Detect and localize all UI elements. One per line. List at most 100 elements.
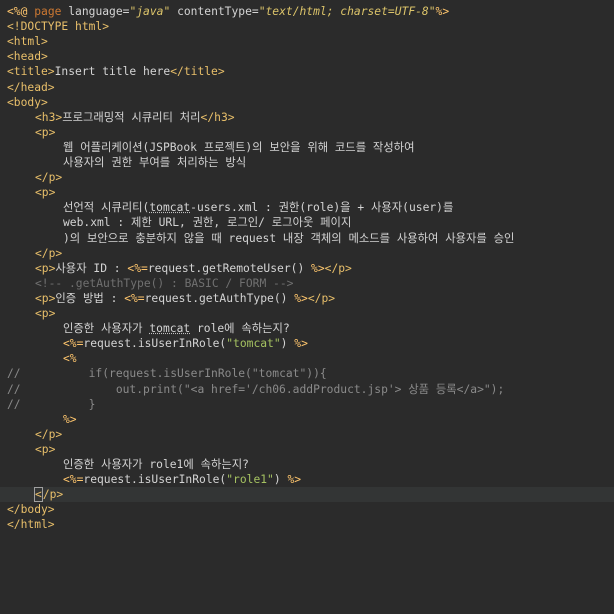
code-token: tomcat bbox=[149, 322, 191, 336]
code-line[interactable]: <html> bbox=[0, 34, 614, 49]
code-token: request.isUserInRole( bbox=[83, 337, 227, 351]
code-line[interactable]: <%=request.isUserInRole("role1") %> bbox=[0, 472, 614, 487]
code-line[interactable]: 인증한 사용자가 role1에 속하는지? bbox=[0, 457, 614, 472]
code-token: %> bbox=[63, 412, 77, 426]
code-line[interactable]: <p> bbox=[0, 185, 614, 200]
code-line[interactable]: // out.print("<a href='/ch06.addProduct.… bbox=[0, 382, 614, 397]
code-line[interactable]: </p> bbox=[0, 427, 614, 442]
code-token: %> bbox=[294, 291, 308, 305]
code-token: <%= bbox=[63, 337, 84, 351]
code-token: )){ bbox=[306, 367, 327, 381]
code-token: </title> bbox=[170, 65, 225, 79]
code-line[interactable]: <%@ page language="java" contentType="te… bbox=[0, 4, 614, 19]
code-line[interactable]: <p> bbox=[0, 125, 614, 140]
code-token: "text/html; charset=UTF-8" bbox=[258, 5, 436, 18]
code-line[interactable]: <!-- .getAuthType() : BASIC / FORM --> bbox=[0, 276, 614, 291]
code-token: <body> bbox=[7, 95, 48, 109]
code-token: %> bbox=[287, 473, 302, 487]
code-line[interactable]: <%=request.isUserInRole("tomcat") %> bbox=[0, 336, 614, 351]
code-token: </p> bbox=[35, 171, 63, 185]
code-token: "tomcat" bbox=[251, 367, 307, 381]
code-token: </html> bbox=[7, 518, 55, 532]
code-token: 사용자의 권한 부여를 처리하는 방식 bbox=[63, 156, 247, 169]
code-token: <head> bbox=[7, 50, 48, 64]
code-token: %> bbox=[435, 5, 450, 18]
code-token: 웹 어플리케이션(JSPBook 프로젝트)의 보안을 위해 코드를 작성하여 bbox=[63, 140, 415, 154]
code-line[interactable]: // } bbox=[0, 397, 614, 412]
code-token: 사용자 ID : bbox=[55, 261, 128, 275]
code-token: // } bbox=[7, 397, 96, 411]
code-token: contentType= bbox=[170, 5, 259, 18]
code-token: ) bbox=[280, 337, 295, 351]
code-token: request.getAuthType() bbox=[144, 291, 295, 305]
code-token: <p> bbox=[35, 125, 56, 139]
code-token: <%= bbox=[63, 473, 84, 487]
code-line[interactable]: <h3>프로그래밍적 시큐리티 처리</h3> bbox=[0, 110, 614, 125]
code-token: "role1" bbox=[226, 473, 274, 487]
code-token: <%@ bbox=[7, 5, 35, 18]
code-token: tomcat bbox=[149, 201, 191, 215]
code-token: <!DOCTYPE html> bbox=[7, 20, 110, 34]
code-token: <title> bbox=[7, 65, 55, 79]
code-token: </p> bbox=[324, 261, 352, 275]
code-token: <h3> bbox=[35, 110, 63, 124]
code-line[interactable]: <p>사용자 ID : <%=request.getRemoteUser() %… bbox=[0, 261, 614, 276]
code-token: <p> bbox=[35, 186, 56, 200]
code-token: </p> bbox=[35, 427, 63, 441]
code-line[interactable]: </html> bbox=[0, 517, 614, 532]
code-token: // out.print( bbox=[7, 382, 184, 396]
code-line[interactable]: <body> bbox=[0, 95, 614, 110]
code-token: // if(request.isUserInRole( bbox=[7, 367, 252, 381]
code-token: <p> bbox=[35, 442, 56, 456]
code-token: /p> bbox=[42, 488, 64, 502]
code-token: 인증한 사용자가 bbox=[63, 322, 150, 336]
code-line[interactable]: %> bbox=[0, 412, 614, 427]
code-token: <% bbox=[63, 352, 77, 366]
code-token: <p> bbox=[35, 307, 56, 320]
code-line[interactable]: web.xml : 제한 URL, 권한, 로그인/ 로그아웃 페이지 bbox=[0, 215, 614, 230]
code-token: ) bbox=[273, 473, 288, 487]
code-line[interactable]: // if(request.isUserInRole("tomcat")){ bbox=[0, 366, 614, 381]
code-line[interactable]: <head> bbox=[0, 49, 614, 64]
code-token: </body> bbox=[7, 503, 55, 517]
code-line[interactable]: </head> bbox=[0, 80, 614, 95]
code-token: "java" bbox=[129, 5, 171, 18]
code-line[interactable]: <title>Insert title here</title> bbox=[0, 64, 614, 79]
code-token: 선언적 시큐리티( bbox=[63, 201, 150, 215]
code-token: <html> bbox=[7, 35, 48, 49]
code-line[interactable]: <p>인증 방법 : <%=request.getAuthType() %></… bbox=[0, 291, 614, 306]
code-token: </h3> bbox=[200, 110, 235, 124]
code-line[interactable]: </p> bbox=[0, 487, 614, 503]
code-token: "<a href='/ch06.addProduct.jsp'> 상품 등록</… bbox=[183, 382, 491, 396]
code-token: 프로그래밍적 시큐리티 처리 bbox=[62, 110, 201, 124]
code-line[interactable]: </p> bbox=[0, 246, 614, 261]
code-token: </p> bbox=[307, 291, 336, 305]
code-token: web.xml : 제한 URL, 권한, 로그인/ 로그아웃 페이지 bbox=[63, 216, 352, 230]
code-line[interactable]: <p> bbox=[0, 306, 614, 321]
code-line[interactable]: </body> bbox=[0, 502, 614, 517]
code-token: -users.xml : 권한(role)을 + 사용자(user)를 bbox=[190, 201, 454, 215]
code-token: )의 보안으로 충분하지 않을 때 request 내장 객체의 메소드를 사용… bbox=[63, 231, 515, 245]
code-line[interactable]: <% bbox=[0, 351, 614, 366]
code-line[interactable]: 인증한 사용자가 tomcat role에 속하는지? bbox=[0, 321, 614, 336]
code-token: page bbox=[34, 5, 69, 18]
code-editor[interactable]: <%@ page language="java" contentType="te… bbox=[0, 0, 614, 614]
code-token: <%= bbox=[124, 291, 145, 305]
code-line[interactable]: <!DOCTYPE html> bbox=[0, 19, 614, 34]
code-token: request.getRemoteUser() bbox=[147, 261, 312, 275]
code-line[interactable]: <p> bbox=[0, 442, 614, 457]
code-token: </head> bbox=[7, 80, 55, 94]
code-line[interactable]: )의 보안으로 충분하지 않을 때 request 내장 객체의 메소드를 사용… bbox=[0, 231, 614, 246]
code-token: <%= bbox=[127, 261, 148, 275]
code-token: %> bbox=[294, 337, 308, 351]
code-token: "tomcat" bbox=[226, 337, 281, 351]
code-line[interactable]: 웹 어플리케이션(JSPBook 프로젝트)의 보안을 위해 코드를 작성하여 bbox=[0, 140, 614, 155]
code-line[interactable]: 선언적 시큐리티(tomcat-users.xml : 권한(role)을 + … bbox=[0, 200, 614, 215]
code-line[interactable]: </p> bbox=[0, 170, 614, 185]
code-token: <!-- .getAuthType() : BASIC / FORM --> bbox=[35, 276, 294, 290]
code-token: <p> bbox=[35, 261, 56, 275]
code-token: < bbox=[34, 487, 43, 503]
code-token: 인증한 사용자가 role1에 속하는지? bbox=[63, 458, 249, 471]
code-token: ); bbox=[490, 382, 505, 396]
code-line[interactable]: 사용자의 권한 부여를 처리하는 방식 bbox=[0, 155, 614, 170]
